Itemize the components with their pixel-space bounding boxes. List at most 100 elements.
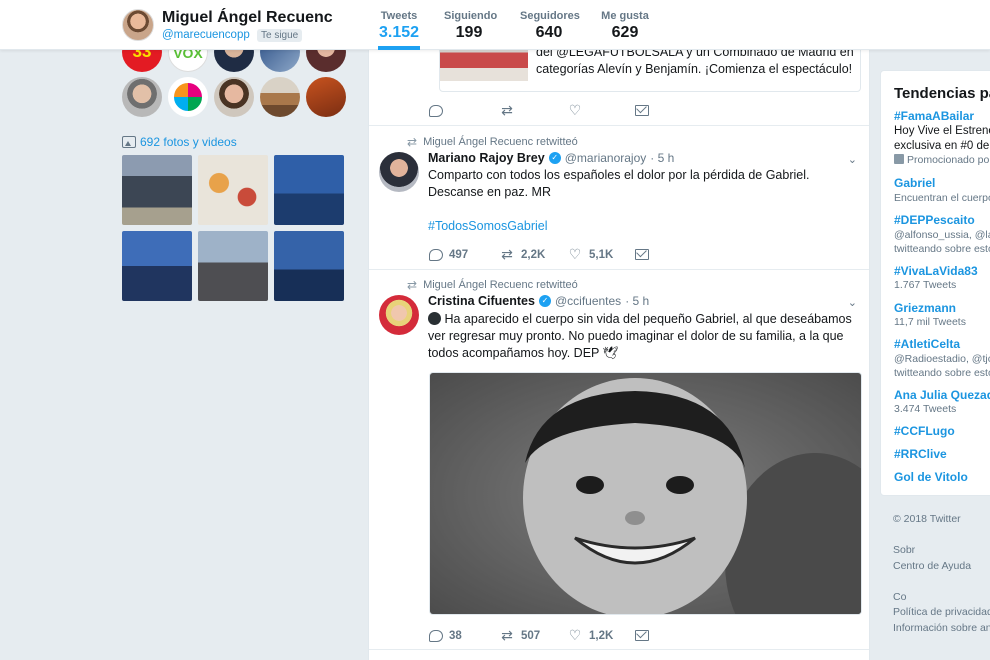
chevron-down-icon[interactable]: ⌄ <box>848 296 857 309</box>
stat-following[interactable]: Siguiendo 199 <box>444 10 498 42</box>
footer-links: © 2018 Twitter Sobr Centro de Ayuda Co P… <box>893 512 990 636</box>
trends-panel: Tendencias pa #FamaABailar Hoy Vive el E… <box>880 70 990 496</box>
trend-context: twitteando sobre esto <box>894 367 990 379</box>
tweet-timestamp[interactable]: · 5 h <box>650 151 674 165</box>
retweet-button[interactable]: ⇄ 2,2K <box>499 246 567 263</box>
reply-icon <box>429 629 443 642</box>
profile-avatar[interactable] <box>122 9 154 41</box>
footer-link-privacy[interactable]: Política de privacidad <box>893 605 990 621</box>
reply-button[interactable]: 497 <box>429 248 499 261</box>
trend-item[interactable]: #AtletiCelta <box>894 337 960 351</box>
photo-thumbnail[interactable] <box>122 231 192 301</box>
stat-tweets-label: Tweets <box>380 10 418 22</box>
reply-count: 38 <box>449 629 462 642</box>
trend-context: @alfonso_ussia, @lav <box>894 229 990 241</box>
tweet[interactable]: ⇄ Miguel Ángel Recuenc retwitteó Mariano… <box>369 126 869 270</box>
like-count: 5,1K <box>589 248 614 261</box>
follower-avatar[interactable] <box>214 77 254 117</box>
tweet-author-name[interactable]: Mariano Rajoy Brey <box>428 151 545 165</box>
tweet[interactable]: ⇄ Miguel Ángel Recuenc retwitteó Cristin… <box>369 270 869 650</box>
trend-item[interactable]: #FamaABailar <box>894 109 974 123</box>
trends-title: Tendencias pa <box>894 85 990 102</box>
photo-thumbnail[interactable] <box>198 155 268 225</box>
quote-tweet-line: categorías Alevín y Benjamín. ¡Comienza … <box>536 62 853 76</box>
trend-item[interactable]: #RRClive <box>894 447 947 461</box>
follower-avatar[interactable] <box>122 77 162 117</box>
trend-item[interactable]: Ana Julia Quezad <box>894 388 990 402</box>
stat-following-label: Siguiendo <box>444 10 498 22</box>
trend-item[interactable]: #DEPPescaito <box>894 213 975 227</box>
retweet-icon: ⇄ <box>501 627 513 643</box>
photo-thumbnail[interactable] <box>274 231 344 301</box>
tweet-timestamp[interactable]: · 5 h <box>625 294 649 308</box>
retweet-icon: ⇄ <box>407 135 418 149</box>
trend-promoted-label: Promocionado po <box>907 154 990 166</box>
trend-description: Hoy Vive el Estreno <box>894 125 990 137</box>
reply-button[interactable]: 38 <box>429 629 499 642</box>
trend-item[interactable]: #CCFLugo <box>894 424 955 438</box>
photo-thumbnail[interactable] <box>198 231 268 301</box>
footer-row: Centro de Ayuda Co <box>893 559 990 606</box>
photos-videos-link[interactable]: 692 fotos y videos <box>122 135 237 149</box>
stat-likes[interactable]: Me gusta 629 <box>601 10 649 42</box>
dove-emoji-icon: 🕊 <box>602 346 619 360</box>
tweet-header: Cristina Cifuentes ✓ @ccifuentes · 5 h <box>428 294 649 308</box>
footer-link-terms[interactable]: Co <box>893 590 990 606</box>
envelope-icon <box>635 249 649 260</box>
photo-thumbnail[interactable] <box>274 155 344 225</box>
footer-link-ads[interactable]: Información sobre an <box>893 621 990 637</box>
retweet-icon: ⇄ <box>501 246 513 262</box>
like-count: 1,2K <box>589 629 614 642</box>
photo-icon <box>122 136 136 148</box>
profile-name[interactable]: Miguel Ángel Recuenc <box>162 9 333 27</box>
tweet-author-avatar[interactable] <box>379 295 419 335</box>
trend-context: Encuentran el cuerpo <box>894 192 990 204</box>
photo-thumbnail[interactable] <box>122 155 192 225</box>
stat-followers[interactable]: Seguidores 640 <box>520 10 580 42</box>
follower-avatar[interactable] <box>306 77 346 117</box>
follower-avatar[interactable] <box>260 77 300 117</box>
retweet-button[interactable]: ⇄ <box>499 102 567 119</box>
reply-count: 497 <box>449 248 469 261</box>
retweet-count: 2,2K <box>521 248 546 261</box>
tweet-text-body: Ha aparecido el cuerpo sin vida del pequ… <box>428 312 852 360</box>
like-button[interactable]: ♡ <box>567 102 635 119</box>
heart-icon: ♡ <box>568 246 582 262</box>
trend-item[interactable]: Gol de Vitolo <box>894 470 968 484</box>
stat-likes-value: 629 <box>611 24 639 41</box>
trend-item[interactable]: #VivaLaVida83 <box>894 264 978 278</box>
footer-link-about[interactable]: Sobr <box>893 543 990 559</box>
promoted-icon <box>894 154 904 164</box>
stat-followers-value: 640 <box>535 24 563 41</box>
trend-context: twitteando sobre esto <box>894 243 990 255</box>
follower-avatar[interactable] <box>168 77 208 117</box>
tweet-header: Mariano Rajoy Brey ✓ @marianorajoy · 5 h <box>428 151 674 165</box>
like-button[interactable]: ♡ 1,2K <box>567 627 635 644</box>
profile-handle[interactable]: @marecuencopp <box>162 29 250 41</box>
direct-message-button[interactable] <box>635 249 649 260</box>
retweet-context: ⇄ Miguel Ángel Recuenc retwitteó <box>407 135 578 149</box>
heart-icon: ♡ <box>568 102 582 118</box>
tweet-hashtag[interactable]: #TodosSomosGabriel <box>428 218 860 235</box>
footer-link-help[interactable]: Centro de Ayuda <box>893 559 990 575</box>
tweet-photo[interactable] <box>429 372 862 615</box>
direct-message-button[interactable] <box>635 105 649 116</box>
trend-item[interactable]: Griezmann <box>894 301 956 315</box>
direct-message-button[interactable] <box>635 630 649 641</box>
stat-tweets-value: 3.152 <box>378 24 420 41</box>
tweet-author-name[interactable]: Cristina Cifuentes <box>428 294 535 308</box>
tweet-author-handle[interactable]: @ccifuentes <box>555 294 621 308</box>
like-button[interactable]: ♡ 5,1K <box>567 246 635 263</box>
tweet-author-handle[interactable]: @marianorajoy <box>565 151 647 165</box>
stat-tweets[interactable]: Tweets 3.152 <box>378 10 420 50</box>
chevron-down-icon[interactable]: ⌄ <box>848 153 857 166</box>
trend-context: @Radioestadio, @tjc <box>894 353 990 365</box>
reply-button[interactable] <box>429 104 499 117</box>
photos-videos-label: 692 fotos y videos <box>140 135 237 149</box>
tweet-author-avatar[interactable] <box>379 152 419 192</box>
footer-copyright: © 2018 Twitter <box>893 513 961 525</box>
stat-following-value: 199 <box>455 24 483 41</box>
trend-item[interactable]: Gabriel <box>894 176 935 190</box>
retweet-button[interactable]: ⇄ 507 <box>499 627 567 644</box>
retweet-context-text: Miguel Ángel Recuenc retwitteó <box>423 279 578 291</box>
